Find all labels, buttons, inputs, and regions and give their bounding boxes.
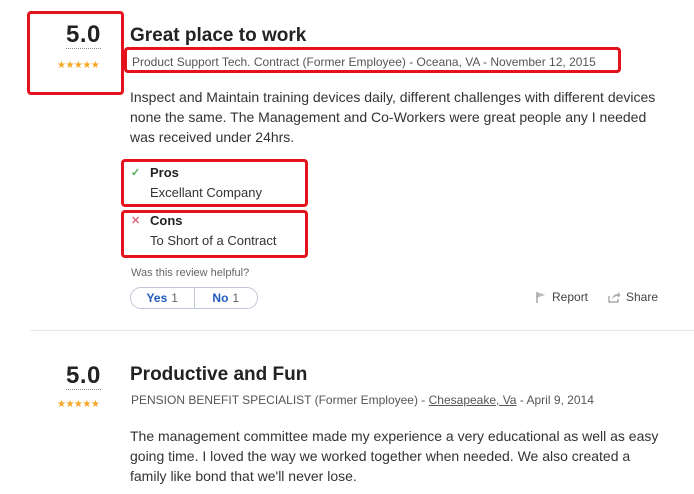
flag-icon xyxy=(536,292,546,303)
highlight-cons xyxy=(121,210,308,258)
vote-yes-count: 1 xyxy=(171,291,178,305)
share-icon xyxy=(608,292,621,303)
vote-no-label: No xyxy=(212,291,229,305)
review-text: Inspect and Maintain training devices da… xyxy=(130,89,656,145)
report-button[interactable]: Report xyxy=(535,290,588,304)
review-meta: PENSION BENEFIT SPECIALIST (Former Emplo… xyxy=(131,393,594,407)
highlight-meta xyxy=(124,47,621,73)
review-meta-job: PENSION BENEFIT SPECIALIST (Former Emplo… xyxy=(131,393,429,407)
review-title: Great place to work xyxy=(130,25,307,46)
share-label: Share xyxy=(626,290,659,304)
star-rating: ★★★★★ xyxy=(57,399,100,410)
helpful-vote-group: Yes 1 No 1 xyxy=(130,287,258,309)
vote-no-button[interactable]: No 1 xyxy=(193,288,258,308)
highlight-pros xyxy=(121,159,308,207)
review-divider xyxy=(30,330,694,331)
vote-yes-label: Yes xyxy=(146,291,168,305)
review-meta-date: - April 9, 2014 xyxy=(516,393,594,407)
review-title: Productive and Fun xyxy=(130,364,308,385)
highlight-rating xyxy=(27,11,124,95)
review-location-link[interactable]: Chesapeake, Va xyxy=(429,393,517,407)
rating-value: 5.0 xyxy=(66,362,101,390)
helpful-question: Was this review helpful? xyxy=(131,267,250,279)
vote-yes-button[interactable]: Yes 1 xyxy=(131,288,194,308)
review-text: The management committee made my experie… xyxy=(130,428,659,484)
report-label: Report xyxy=(552,290,589,304)
share-button[interactable]: Share xyxy=(607,290,658,304)
vote-no-count: 1 xyxy=(232,291,240,305)
